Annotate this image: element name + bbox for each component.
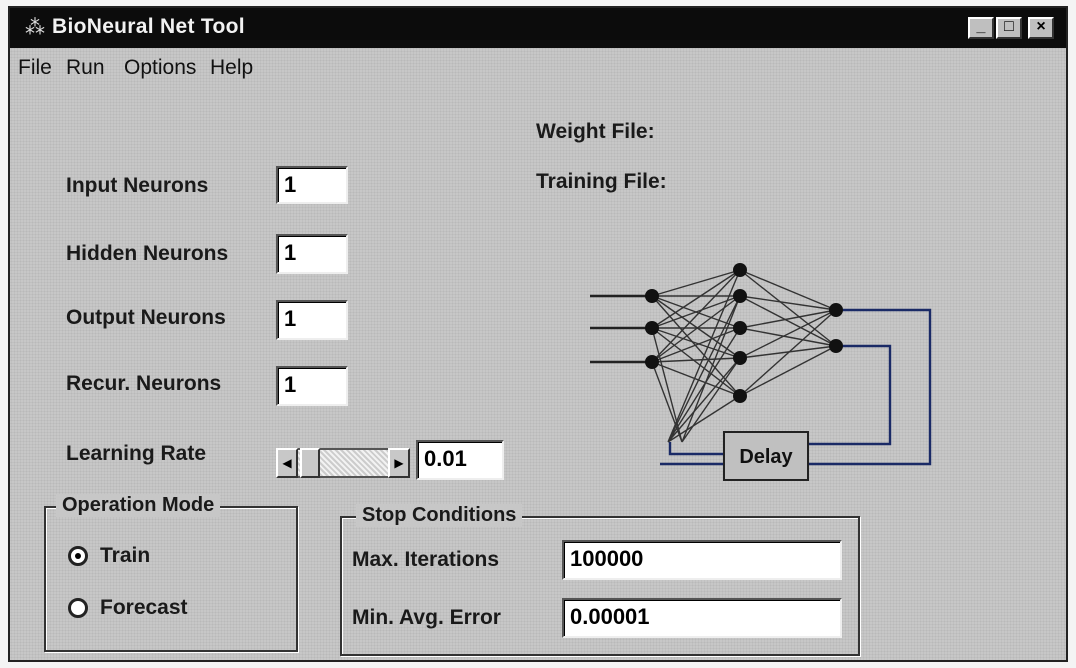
min-avg-error-field[interactable]: 0.00001	[562, 598, 842, 638]
input-neurons-label: Input Neurons	[66, 174, 209, 197]
stop-conditions-group: Stop Conditions Max. Iterations 100000 M…	[340, 504, 860, 656]
window-title: BioNeural Net Tool	[52, 15, 245, 38]
scroll-left-arrow-icon[interactable]: ◀	[276, 448, 298, 478]
train-radio-label[interactable]: Train	[100, 544, 150, 568]
menu-run[interactable]: Run	[66, 56, 105, 80]
delay-label: Delay	[739, 446, 793, 468]
learning-rate-field[interactable]: 0.01	[416, 440, 504, 480]
output-neurons-field[interactable]: 1	[276, 300, 348, 340]
output-neurons-label: Output Neurons	[66, 306, 226, 329]
training-file-label: Training File:	[536, 170, 667, 193]
minimize-button[interactable]: _	[968, 17, 994, 39]
menu-help[interactable]: Help	[210, 56, 253, 80]
max-iterations-label: Max. Iterations	[352, 548, 500, 571]
learning-rate-scroll-thumb[interactable]	[300, 448, 320, 478]
recur-neurons-field[interactable]: 1	[276, 366, 348, 406]
weight-file-label: Weight File:	[536, 120, 655, 143]
max-iterations-field[interactable]: 100000	[562, 540, 842, 580]
forecast-radio[interactable]	[68, 598, 88, 618]
train-radio[interactable]	[68, 546, 88, 566]
hidden-neurons-field[interactable]: 1	[276, 234, 348, 274]
app-window: ⁂ BioNeural Net Tool _ □ × File Run Opti…	[8, 6, 1068, 662]
close-button[interactable]: ×	[1028, 17, 1054, 39]
operation-mode-group: Operation Mode Train Forecast	[44, 494, 298, 652]
min-avg-error-label: Min. Avg. Error	[352, 606, 501, 629]
network-app-icon: ⁂	[25, 17, 45, 39]
input-lines	[590, 294, 652, 364]
recur-neurons-label: Recur. Neurons	[66, 372, 222, 395]
title-bar[interactable]: ⁂ BioNeural Net Tool _ □ ×	[10, 8, 1066, 48]
operation-mode-title: Operation Mode	[56, 494, 221, 517]
menu-options[interactable]: Options	[124, 56, 196, 80]
neuron-nodes	[645, 263, 843, 403]
menu-file[interactable]: File	[18, 56, 52, 80]
scroll-right-arrow-icon[interactable]: ▶	[388, 448, 410, 478]
menu-bar: File Run Options Help	[10, 50, 1066, 86]
forecast-radio-label[interactable]: Forecast	[100, 596, 188, 620]
hidden-neurons-label: Hidden Neurons	[66, 242, 229, 265]
input-neurons-field[interactable]: 1	[276, 166, 348, 204]
network-diagram: Delay	[590, 263, 932, 481]
learning-rate-label: Learning Rate	[66, 442, 207, 465]
stop-conditions-title: Stop Conditions	[356, 504, 523, 527]
maximize-button[interactable]: □	[996, 17, 1022, 39]
